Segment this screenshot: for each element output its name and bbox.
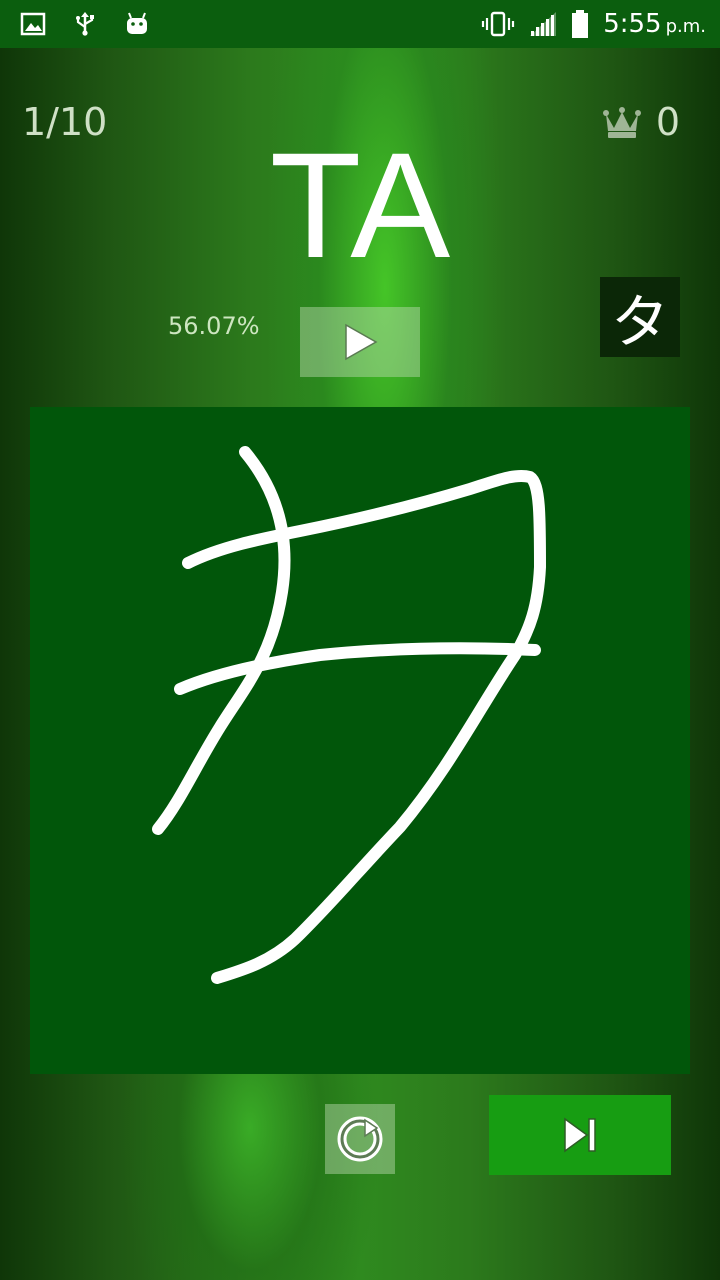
reset-icon: [337, 1116, 383, 1162]
stroke-1: [152, 446, 291, 835]
clock-time: 5:55: [603, 9, 662, 39]
status-bar-clock: 5:55 p.m.: [603, 9, 706, 39]
kana-reference[interactable]: タ: [600, 277, 680, 357]
status-bar-system: 5:55 p.m.: [481, 6, 706, 42]
usb-icon: [76, 12, 94, 36]
handwritten-strokes: [152, 446, 546, 984]
clear-canvas-button[interactable]: [325, 1104, 395, 1174]
romaji-prompt: TA: [269, 121, 451, 289]
next-character-button[interactable]: [489, 1095, 671, 1175]
stroke-2: [182, 470, 546, 984]
status-bar: 5:55 p.m.: [0, 0, 720, 48]
accuracy-percentage: 56.07%: [168, 312, 260, 340]
battery-icon: [572, 10, 589, 38]
signal-icon: [530, 12, 557, 36]
play-audio-button[interactable]: [300, 307, 420, 377]
image-icon: [20, 12, 46, 36]
stroke-3: [174, 642, 541, 695]
android-icon: [127, 12, 147, 34]
drawing-canvas[interactable]: [30, 407, 690, 1074]
skip-next-icon: [564, 1117, 596, 1153]
vibrate-icon: [482, 11, 515, 37]
status-bar-notifications: [20, 8, 150, 40]
play-icon: [345, 323, 378, 361]
clock-ampm: p.m.: [665, 16, 706, 37]
